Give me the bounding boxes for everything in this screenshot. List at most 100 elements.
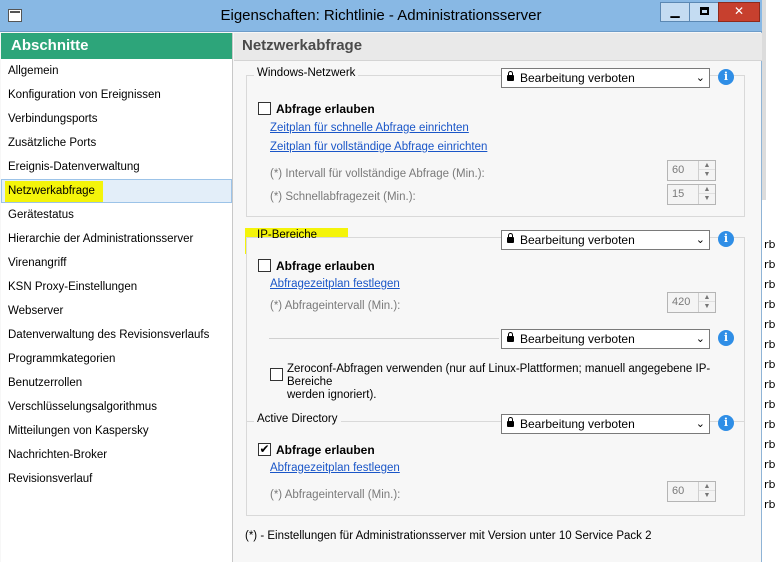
lock-status-dropdown[interactable]: Bearbeitung verboten ⌄ bbox=[501, 68, 710, 88]
lock-icon bbox=[507, 416, 514, 427]
chevron-down-icon[interactable]: ▼ bbox=[699, 170, 715, 179]
chevron-down-icon: ⌄ bbox=[695, 234, 705, 246]
window-title: Eigenschaften: Richtlinie - Administrati… bbox=[220, 7, 542, 24]
allow-poll-checkbox[interactable] bbox=[258, 259, 271, 272]
fast-poll-time-label: (*) Schnellabfragezeit (Min.): bbox=[270, 191, 416, 203]
background-text: rb bbox=[764, 438, 775, 451]
poll-interval-stepper[interactable]: 60 ▲ ▼ bbox=[667, 481, 716, 502]
sidebar-item-network-poll[interactable]: Netzwerkabfrage bbox=[1, 179, 232, 203]
poll-schedule-link[interactable]: Abfragezeitplan festlegen bbox=[270, 278, 400, 290]
chevron-down-icon[interactable]: ▼ bbox=[699, 194, 715, 203]
lock-status-text: Bearbeitung verboten bbox=[520, 332, 635, 346]
allow-poll-label: Abfrage erlauben bbox=[276, 443, 375, 457]
sidebar-item-user-roles[interactable]: Benutzerrollen bbox=[1, 371, 232, 395]
sections-sidebar: Abschnitte Allgemein Konfiguration von E… bbox=[1, 33, 233, 562]
full-poll-interval-stepper[interactable]: 60 ▲ ▼ bbox=[667, 160, 716, 181]
sidebar-item-program-categories[interactable]: Programmkategorien bbox=[1, 347, 232, 371]
minimize-icon: ▁ bbox=[670, 4, 680, 18]
chevron-up-icon[interactable]: ▲ bbox=[699, 161, 715, 170]
sidebar-item-label: Verschlüsselungsalgorithmus bbox=[8, 401, 157, 413]
allow-poll-label: Abfrage erlauben bbox=[276, 102, 375, 116]
sidebar-item-label: Gerätestatus bbox=[8, 209, 74, 221]
sidebar-item-label: Mitteilungen von Kaspersky bbox=[8, 425, 149, 437]
lock-status-dropdown[interactable]: Bearbeitung verboten ⌄ bbox=[501, 329, 710, 349]
info-icon[interactable]: i bbox=[718, 415, 734, 431]
stepper-arrows[interactable]: ▲ ▼ bbox=[698, 185, 715, 204]
background-text: rb bbox=[764, 458, 775, 471]
sidebar-item-device-status[interactable]: Gerätestatus bbox=[1, 203, 232, 227]
allow-poll-label: Abfrage erlauben bbox=[276, 259, 375, 273]
allow-poll-checkbox[interactable] bbox=[258, 102, 271, 115]
zeroconf-label-line: Zeroconf-Abfragen verwenden (nur auf Lin… bbox=[287, 363, 711, 388]
sidebar-item-virus-attack[interactable]: Virenangriff bbox=[1, 251, 232, 275]
stepper-arrows[interactable]: ▲ ▼ bbox=[698, 161, 715, 180]
lock-status-dropdown[interactable]: Bearbeitung verboten ⌄ bbox=[501, 414, 710, 434]
group-title: IP-Bereiche bbox=[257, 229, 318, 241]
maximize-button[interactable] bbox=[689, 2, 719, 22]
close-button[interactable]: ✕ bbox=[718, 2, 760, 22]
sidebar-item-allgemein[interactable]: Allgemein bbox=[1, 59, 232, 83]
chevron-up-icon[interactable]: ▲ bbox=[699, 293, 715, 302]
minimize-button[interactable]: ▁ bbox=[660, 2, 690, 22]
sidebar-item-ksn-proxy[interactable]: KSN Proxy-Einstellungen bbox=[1, 275, 232, 299]
chevron-down-icon[interactable]: ▼ bbox=[699, 491, 715, 500]
sidebar-item-label: Webserver bbox=[8, 305, 64, 317]
sidebar-item-label: Verbindungsports bbox=[8, 113, 98, 125]
close-icon: ✕ bbox=[733, 4, 745, 18]
info-icon[interactable]: i bbox=[718, 231, 734, 247]
background-text: rb bbox=[764, 318, 775, 331]
lock-status-text: Bearbeitung verboten bbox=[520, 233, 635, 247]
info-icon[interactable]: i bbox=[718, 330, 734, 346]
background-text: rb bbox=[764, 398, 775, 411]
sidebar-item-event-data[interactable]: Ereignis-Datenverwaltung bbox=[1, 155, 232, 179]
background-text: rb bbox=[764, 418, 775, 431]
ip-ranges-group: IP-Bereiche Bearbeitung verboten ⌄ i Abf… bbox=[246, 229, 745, 427]
background-text: rb bbox=[764, 338, 775, 351]
poll-schedule-link[interactable]: Abfragezeitplan festlegen bbox=[270, 462, 400, 474]
sidebar-item-revision-history[interactable]: Revisionsverlauf bbox=[1, 467, 232, 491]
lock-status-dropdown[interactable]: Bearbeitung verboten ⌄ bbox=[501, 230, 710, 250]
main-panel: Netzwerkabfrage Windows-Netzwerk Bearbei… bbox=[234, 33, 762, 562]
lock-icon bbox=[507, 70, 514, 81]
info-icon[interactable]: i bbox=[718, 69, 734, 85]
background-scrollbar bbox=[762, 0, 766, 200]
group-title: Active Directory bbox=[254, 413, 341, 425]
chevron-down-icon[interactable]: ▼ bbox=[699, 302, 715, 311]
sidebar-item-additional-ports[interactable]: Zusätzliche Ports bbox=[1, 131, 232, 155]
background-text: rb bbox=[764, 478, 775, 491]
sidebar-item-encryption[interactable]: Verschlüsselungsalgorithmus bbox=[1, 395, 232, 419]
group-title: Windows-Netzwerk bbox=[254, 67, 359, 79]
fast-poll-schedule-link[interactable]: Zeitplan für schnelle Abfrage einrichten bbox=[270, 122, 469, 134]
stepper-arrows[interactable]: ▲ ▼ bbox=[698, 482, 715, 501]
sidebar-item-webserver[interactable]: Webserver bbox=[1, 299, 232, 323]
allow-poll-checkbox[interactable]: ✔ bbox=[258, 443, 271, 456]
poll-interval-stepper[interactable]: 420 ▲ ▼ bbox=[667, 292, 716, 313]
chevron-up-icon[interactable]: ▲ bbox=[699, 482, 715, 491]
sidebar-item-label: Hierarchie der Administrationsserver bbox=[8, 233, 194, 245]
sidebar-item-server-hierarchy[interactable]: Hierarchie der Administrationsserver bbox=[1, 227, 232, 251]
sidebar-item-revision-data[interactable]: Datenverwaltung des Revisionsverlaufs bbox=[1, 323, 232, 347]
sidebar-item-connection-ports[interactable]: Verbindungsports bbox=[1, 107, 232, 131]
sidebar-item-label: Netzwerkabfrage bbox=[8, 185, 95, 197]
sidebar-item-message-broker[interactable]: Nachrichten-Broker bbox=[1, 443, 232, 467]
chevron-down-icon: ⌄ bbox=[695, 72, 705, 84]
full-poll-interval-label: (*) Intervall für vollständige Abfrage (… bbox=[270, 168, 485, 180]
sidebar-item-event-config[interactable]: Konfiguration von Ereignissen bbox=[1, 83, 232, 107]
background-text: rb bbox=[764, 358, 775, 371]
lock-icon bbox=[507, 232, 514, 243]
stepper-arrows[interactable]: ▲ ▼ bbox=[698, 293, 715, 312]
stepper-value: 420 bbox=[672, 296, 691, 308]
full-poll-schedule-link[interactable]: Zeitplan für vollständige Abfrage einric… bbox=[270, 141, 487, 153]
sidebar-item-label: KSN Proxy-Einstellungen bbox=[8, 281, 138, 293]
fast-poll-time-stepper[interactable]: 15 ▲ ▼ bbox=[667, 184, 716, 205]
lock-status-text: Bearbeitung verboten bbox=[520, 71, 635, 85]
lock-icon bbox=[507, 331, 514, 342]
zeroconf-checkbox[interactable] bbox=[270, 368, 283, 381]
chevron-up-icon[interactable]: ▲ bbox=[699, 185, 715, 194]
lock-status-text: Bearbeitung verboten bbox=[520, 417, 635, 431]
stepper-value: 15 bbox=[672, 188, 685, 200]
background-text: rb bbox=[764, 278, 775, 291]
sidebar-item-kaspersky-messages[interactable]: Mitteilungen von Kaspersky bbox=[1, 419, 232, 443]
poll-interval-label: (*) Abfrageintervall (Min.): bbox=[270, 300, 401, 312]
title-bar[interactable]: Eigenschaften: Richtlinie - Administrati… bbox=[0, 0, 762, 32]
